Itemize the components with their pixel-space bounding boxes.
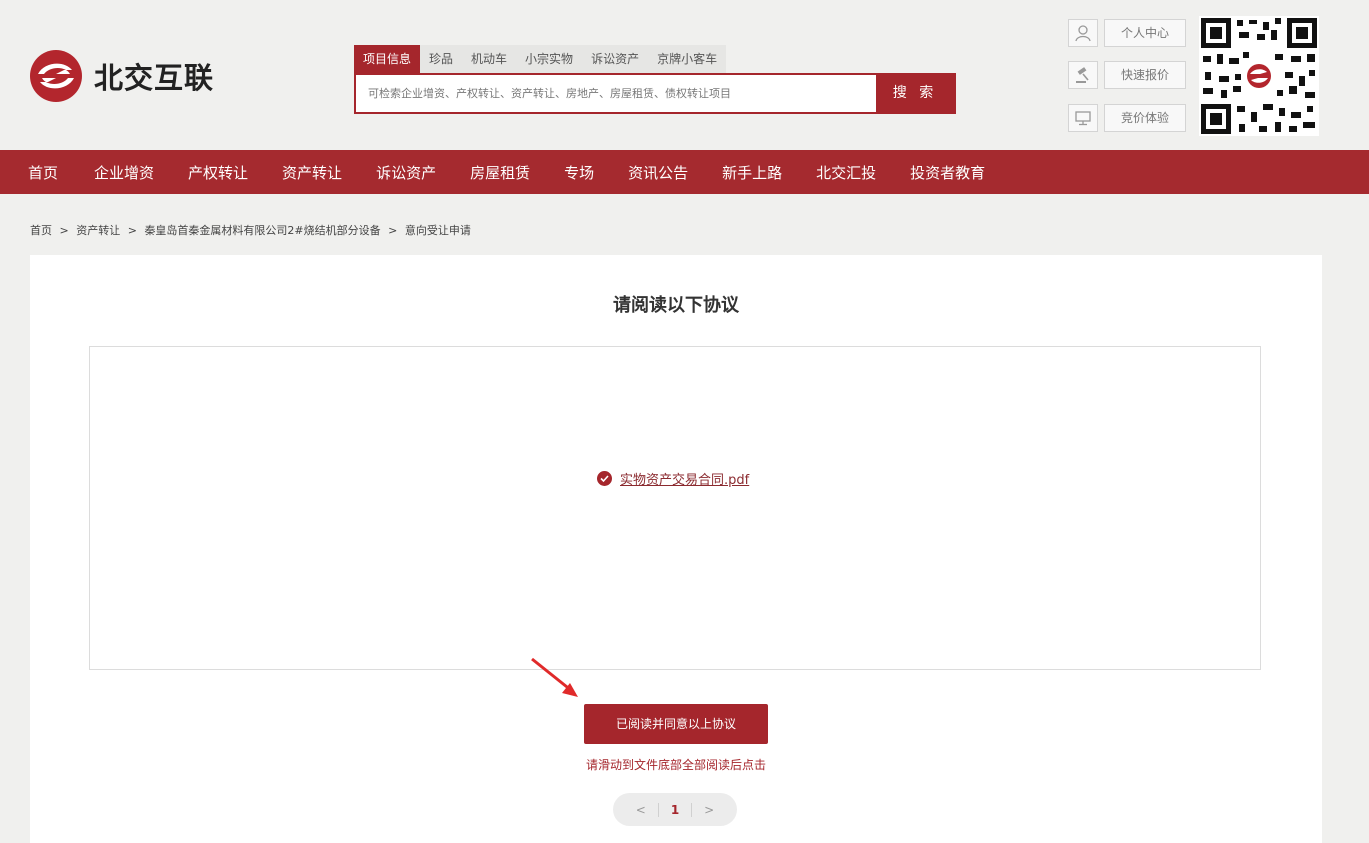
breadcrumb-separator: > xyxy=(59,224,69,237)
breadcrumb-current: 意向受让申请 xyxy=(404,224,471,237)
nav-bjhuitou[interactable]: 北交汇投 xyxy=(816,162,876,183)
user-icon xyxy=(1068,19,1098,47)
search-bar: 搜 索 xyxy=(354,73,956,114)
nav-special[interactable]: 专场 xyxy=(564,162,594,183)
prev-page-button[interactable]: < xyxy=(636,803,646,817)
nav-investor-education[interactable]: 投资者教育 xyxy=(910,162,985,183)
main-nav: 首页 企业增资 产权转让 资产转让 诉讼资产 房屋租赁 专场 资讯公告 新手上路… xyxy=(0,150,1369,194)
nav-litigation-assets[interactable]: 诉讼资产 xyxy=(376,162,436,183)
search-input[interactable] xyxy=(356,75,876,112)
nav-home[interactable]: 首页 xyxy=(28,162,58,183)
nav-asset-transfer[interactable]: 资产转让 xyxy=(282,162,342,183)
nav-equity-transfer[interactable]: 产权转让 xyxy=(188,162,248,183)
logo-icon xyxy=(30,50,82,102)
breadcrumb-asset-transfer[interactable]: 资产转让 xyxy=(76,224,120,237)
pagination: < 1 > xyxy=(613,793,737,826)
pager-divider xyxy=(691,802,693,817)
tab-vehicles[interactable]: 机动车 xyxy=(462,45,517,73)
current-page[interactable]: 1 xyxy=(671,803,679,817)
nav-news[interactable]: 资讯公告 xyxy=(628,162,688,183)
brand-logo[interactable]: 北交互联 xyxy=(30,50,214,102)
tab-beijing-plates[interactable]: 京牌小客车 xyxy=(648,45,727,73)
search-button[interactable]: 搜 索 xyxy=(876,75,954,112)
scroll-hint: 请滑动到文件底部全部阅读后点击 xyxy=(585,758,766,772)
pager-divider xyxy=(657,802,659,817)
agree-button[interactable]: 已阅读并同意以上协议 xyxy=(584,704,768,744)
page-title: 请阅读以下协议 xyxy=(613,295,739,316)
breadcrumb-separator: > xyxy=(127,224,137,237)
quick-link-user-center[interactable]: 个人中心 xyxy=(1068,19,1188,49)
breadcrumb-project[interactable]: 秦皇岛首秦金属材料有限公司2#烧结机部分设备 xyxy=(144,224,380,237)
next-page-button[interactable]: > xyxy=(704,803,714,817)
brand-name: 北交互联 xyxy=(94,61,215,95)
qr-code xyxy=(1199,16,1319,136)
nav-house-rental[interactable]: 房屋租赁 xyxy=(470,162,530,183)
quick-link-bid-trial[interactable]: 竞价体验 xyxy=(1068,104,1188,134)
nav-capital-increase[interactable]: 企业增资 xyxy=(94,162,154,183)
file-name: 实物资产交易合同.pdf xyxy=(620,473,750,488)
tab-small-goods[interactable]: 小宗实物 xyxy=(516,45,583,73)
quick-link-label: 竞价体验 xyxy=(1104,104,1186,132)
search-category-tabs: 项目信息 珍品 机动车 小宗实物 诉讼资产 京牌小客车 xyxy=(354,45,727,73)
breadcrumb-home[interactable]: 首页 xyxy=(30,224,52,237)
quick-link-quick-quote[interactable]: 快速报价 xyxy=(1068,61,1188,91)
gavel-icon xyxy=(1068,61,1098,89)
monitor-icon xyxy=(1068,104,1098,132)
agreement-document-box[interactable] xyxy=(89,346,1261,670)
breadcrumb: 首页 > 资产转让 > 秦皇岛首秦金属材料有限公司2#烧结机部分设备 > 意向受… xyxy=(30,222,475,238)
tab-project-info[interactable]: 项目信息 xyxy=(354,45,421,73)
site-header: 北交互联 项目信息 珍品 机动车 小宗实物 诉讼资产 京牌小客车 搜 索 个人中… xyxy=(0,0,1369,150)
tab-treasures[interactable]: 珍品 xyxy=(420,45,463,73)
quick-link-label: 快速报价 xyxy=(1104,61,1186,89)
agreement-file-link[interactable]: 实物资产交易合同.pdf xyxy=(597,469,749,488)
check-circle-icon xyxy=(597,471,612,486)
quick-link-label: 个人中心 xyxy=(1104,19,1186,47)
breadcrumb-separator: > xyxy=(388,224,398,237)
pointer-arrow-icon xyxy=(531,657,578,697)
tab-litigation-assets[interactable]: 诉讼资产 xyxy=(582,45,649,73)
nav-beginners[interactable]: 新手上路 xyxy=(722,162,782,183)
